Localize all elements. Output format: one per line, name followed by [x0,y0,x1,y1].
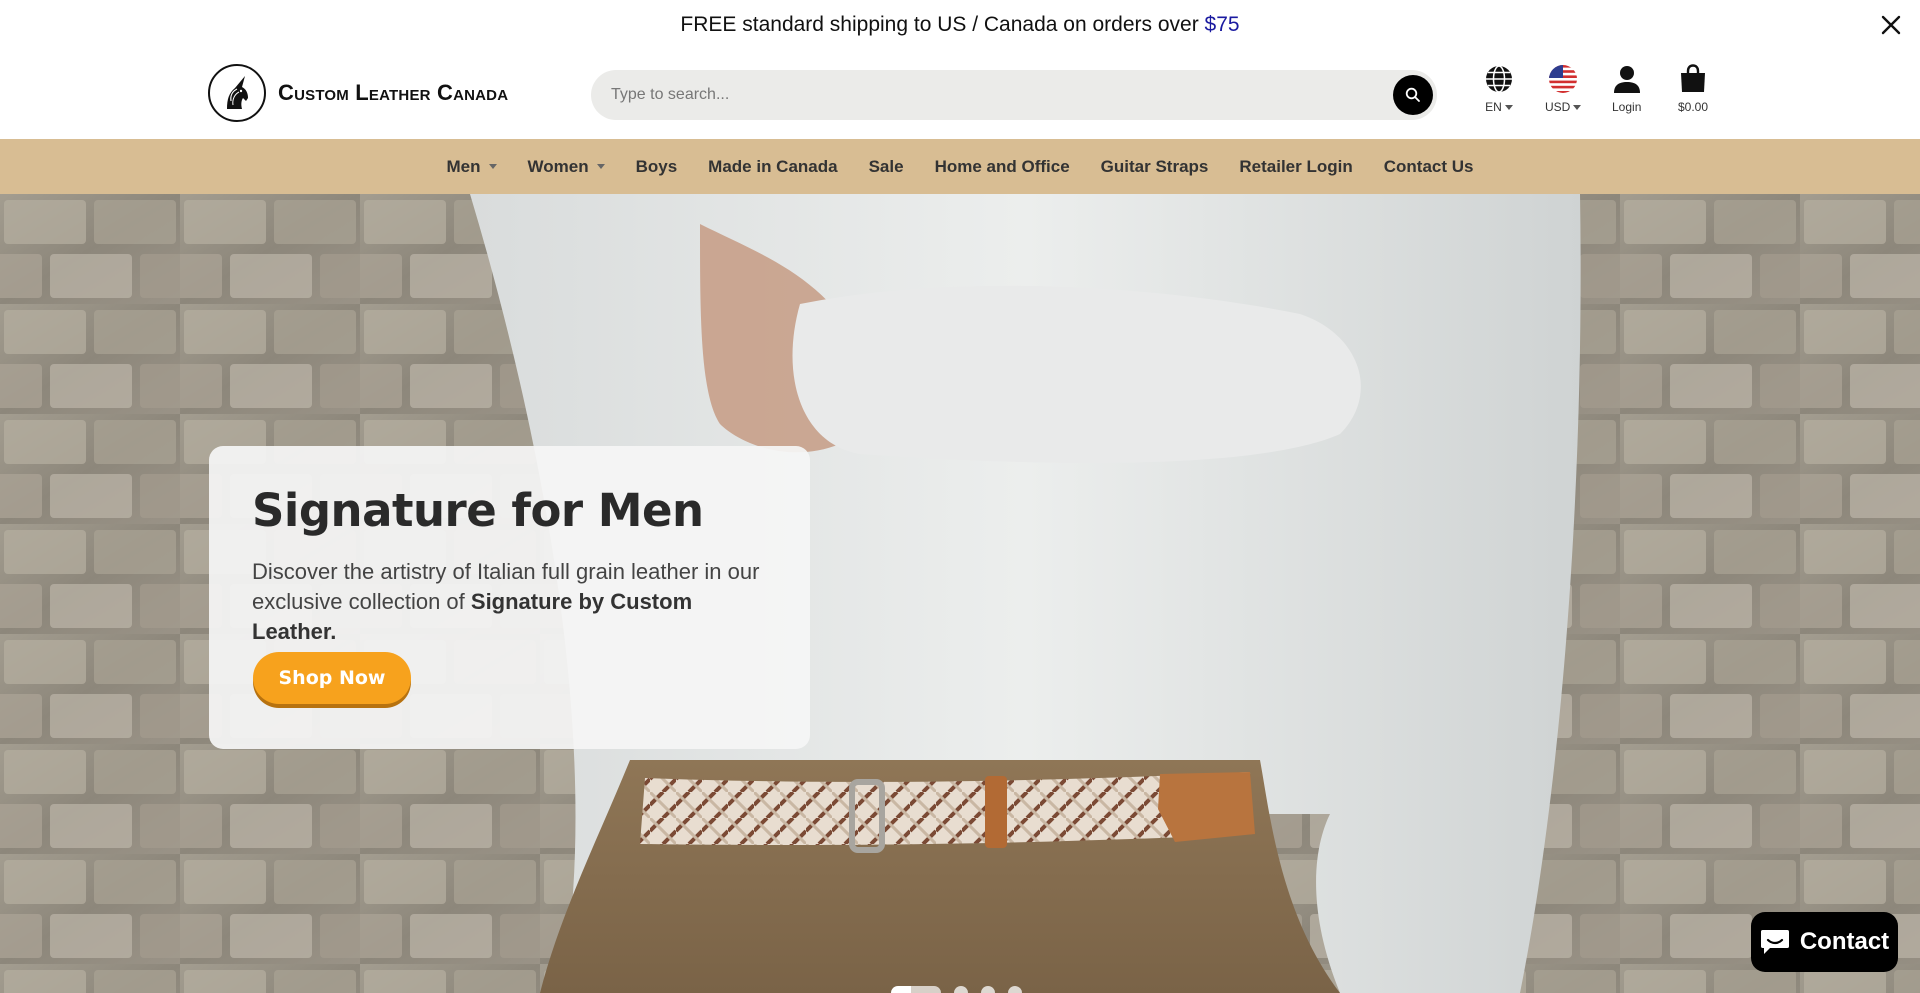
search-bar [591,70,1437,120]
chevron-down-icon [1504,104,1513,110]
unicorn-logo-icon [208,64,266,122]
announcement-text: FREE standard shipping to US / Canada on… [680,13,1239,37]
hero-title: Signature for Men [252,484,704,537]
nav-item-label: Guitar Straps [1100,156,1209,176]
cart-total: $0.00 [1678,100,1709,114]
us-flag-icon [1549,65,1578,93]
search-button[interactable] [1393,75,1433,115]
hero-slideshow: Signature for Men Discover the artistry … [0,194,1920,993]
hero-promo-card: Signature for Men Discover the artistry … [209,446,810,749]
nav-item-home-and-office[interactable]: Home and Office [919,157,1085,177]
nav-item-label: Home and Office [934,156,1070,176]
hero-description: Discover the artistry of Italian full gr… [252,557,767,647]
brand-logo[interactable]: Custom Leather Canada [208,64,508,122]
announcement-bar: FREE standard shipping to US / Canada on… [0,0,1920,50]
globe-icon [1486,65,1512,93]
nav-item-sale[interactable]: Sale [853,157,919,177]
chevron-down-icon [596,164,605,169]
currency-label: USD [1545,100,1571,114]
nav-item-label: Contact Us [1383,156,1474,176]
nav-item-label: Sale [868,156,904,176]
nav-item-women[interactable]: Women [512,157,620,177]
nav-item-label: Women [527,156,589,176]
nav-item-men[interactable]: Men [431,157,512,177]
site-header: Custom Leather Canada EN [0,50,1920,139]
language-selector[interactable]: EN [1484,62,1514,114]
search-input[interactable] [611,86,1351,104]
currency-selector[interactable]: USD [1545,62,1582,114]
nav-item-label: Made in Canada [708,156,838,176]
chevron-down-icon [1573,104,1582,110]
close-icon [1881,15,1901,35]
login-label: Login [1612,100,1642,114]
search-icon [1405,87,1420,102]
cart-link[interactable]: $0.00 [1678,62,1708,114]
login-link[interactable]: Login [1612,62,1641,114]
nav-list: Men Women Boys Made in Canada Sale Home … [431,157,1489,177]
nav-item-retailer-login[interactable]: Retailer Login [1224,157,1368,177]
slide-dot-4[interactable] [1008,986,1022,993]
announcement-price: $75 [1204,13,1240,36]
contact-chat-button[interactable]: Contact [1751,912,1898,972]
brand-name: Custom Leather Canada [278,80,509,105]
chat-bubble-icon [1760,930,1789,954]
nav-item-label: Retailer Login [1239,156,1353,176]
language-label: EN [1485,100,1502,114]
nav-item-label: Boys [635,156,678,176]
main-navigation: Men Women Boys Made in Canada Sale Home … [0,139,1920,194]
nav-item-boys[interactable]: Boys [620,157,693,177]
announcement-message: FREE standard shipping to US / Canada on… [680,13,1205,36]
nav-item-guitar-straps[interactable]: Guitar Straps [1085,157,1224,177]
nav-item-contact-us[interactable]: Contact Us [1368,157,1489,177]
slide-dot-2[interactable] [954,986,968,993]
slide-dot-1[interactable] [891,986,941,993]
close-announcement-button[interactable] [1876,10,1906,40]
user-icon [1613,66,1640,93]
chevron-down-icon [488,164,497,169]
contact-chat-label: Contact [1799,928,1890,955]
nav-item-made-in-canada[interactable]: Made in Canada [693,157,853,177]
slideshow-pagination [891,986,1022,993]
shop-now-button[interactable]: Shop Now [253,652,411,704]
slide-dot-3[interactable] [981,986,995,993]
nav-item-label: Men [446,156,481,176]
shopping-bag-icon [1681,64,1706,92]
